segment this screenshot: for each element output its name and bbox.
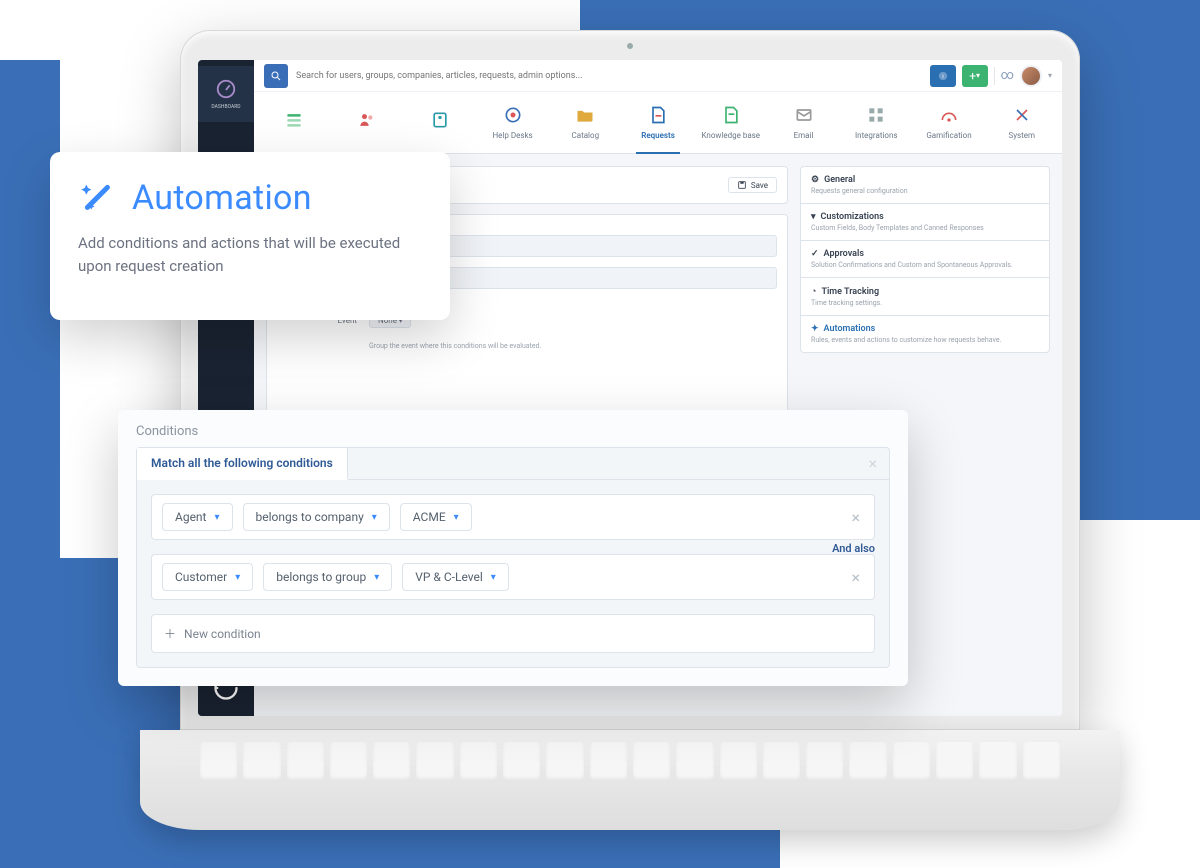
wand-icon: ✦ — [811, 324, 819, 334]
sidebar-general[interactable]: ⚙General Requests general configuration — [800, 166, 1050, 204]
topbar-info-button[interactable]: i — [930, 65, 956, 87]
sidebar-customizations[interactable]: ▾Customizations Custom Fields, Body Temp… — [800, 204, 1050, 241]
conditions-heading: Conditions — [136, 424, 890, 439]
tab-system[interactable]: System — [985, 92, 1058, 153]
book-icon — [721, 105, 741, 125]
check-icon: ✓ — [811, 249, 819, 259]
tab-helpdesks[interactable]: Help Desks — [476, 92, 549, 153]
chevron-down-icon: ▾ — [454, 512, 459, 523]
close-condition-group[interactable]: × — [856, 454, 889, 473]
remove-condition-0[interactable]: × — [847, 508, 864, 527]
hero-subtitle: Add conditions and actions that will be … — [78, 232, 422, 277]
doc-icon — [648, 105, 668, 125]
filter-icon: ▾ — [811, 212, 816, 222]
topbar-add-button[interactable]: + ▾ — [962, 65, 988, 87]
and-also-label: And also — [832, 542, 875, 555]
plus-icon: ＋ — [164, 625, 176, 642]
chevron-down-icon: ▾ — [372, 512, 377, 523]
sidebar-approvals[interactable]: ✓Approvals Solution Confirmations and Cu… — [800, 241, 1050, 278]
condition-row-1: Customer▾ belongs to group▾ VP & C-Level… — [151, 554, 875, 600]
condition-row-0: Agent▾ belongs to company▾ ACME▾ × — [151, 494, 875, 540]
chevron-down-icon: ▾ — [374, 572, 379, 583]
event-hint: Group the event where this conditions wi… — [369, 342, 541, 350]
search-button[interactable] — [264, 64, 288, 88]
sidebar-automations[interactable]: ✦Automations Rules, events and actions t… — [800, 316, 1050, 353]
conditions-panel: Conditions Match all the following condi… — [118, 410, 908, 686]
nav-tabs: Help Desks Catalog Requests Knowledge ba… — [254, 92, 1062, 154]
tools-icon — [1012, 105, 1032, 125]
save-button[interactable]: Save — [728, 177, 777, 193]
tab-catalog[interactable]: Catalog — [549, 92, 622, 153]
camera-dot — [627, 43, 633, 49]
topbar: i + ▾ ∞ ▾ — [254, 60, 1062, 92]
gauge-icon — [939, 105, 959, 125]
value-chip-0[interactable]: ACME▾ — [400, 503, 472, 531]
tab-1[interactable] — [331, 92, 404, 153]
grid-icon — [866, 105, 886, 125]
list-icon — [284, 110, 304, 130]
gear-icon: ⚙ — [811, 175, 819, 185]
operator-chip-1[interactable]: belongs to group▾ — [263, 563, 392, 591]
field-chip-customer[interactable]: Customer▾ — [162, 563, 253, 591]
sidebar-time-tracking[interactable]: ◔Time Tracking Time tracking settings. — [800, 278, 1050, 316]
value-chip-1[interactable]: VP & C-Level▾ — [402, 563, 509, 591]
tab-0[interactable] — [258, 92, 331, 153]
conditions-subheading: Match all the following conditions — [137, 448, 348, 480]
laptop-base — [140, 730, 1120, 830]
new-condition-button[interactable]: ＋ New condition — [151, 614, 875, 653]
mail-icon — [794, 105, 814, 125]
tab-kb[interactable]: Knowledge base — [694, 92, 767, 153]
people-icon — [357, 110, 377, 130]
tab-2[interactable] — [403, 92, 476, 153]
chevron-down-icon: ▾ — [214, 512, 219, 523]
tab-requests[interactable]: Requests — [622, 92, 695, 153]
chevron-down-icon: ▾ — [491, 572, 496, 583]
folder-icon — [575, 105, 595, 125]
rail-dashboard[interactable]: DASHBOARD — [198, 66, 254, 122]
user-menu-caret[interactable]: ▾ — [1048, 71, 1052, 80]
search-icon — [270, 70, 282, 82]
hero-title: Automation — [132, 178, 312, 218]
user-avatar[interactable] — [1020, 65, 1042, 87]
gauge-icon — [215, 78, 237, 100]
profile-icon — [430, 110, 450, 130]
link-icon[interactable]: ∞ — [1001, 68, 1014, 83]
chevron-down-icon: ▾ — [235, 572, 240, 583]
save-icon — [737, 180, 747, 190]
global-search-input[interactable] — [294, 70, 924, 82]
clock-icon: ◔ — [811, 286, 816, 297]
field-chip-agent[interactable]: Agent▾ — [162, 503, 233, 531]
rail-dashboard-label: DASHBOARD — [211, 104, 240, 110]
hero-card: Automation Add conditions and actions th… — [50, 152, 450, 320]
tab-email[interactable]: Email — [767, 92, 840, 153]
helpdesk-icon — [503, 105, 523, 125]
operator-chip-0[interactable]: belongs to company▾ — [243, 503, 390, 531]
tab-integrations[interactable]: Integrations — [840, 92, 913, 153]
magic-wand-icon — [78, 178, 118, 218]
remove-condition-1[interactable]: × — [847, 568, 864, 587]
tab-gamification[interactable]: Gamification — [913, 92, 986, 153]
